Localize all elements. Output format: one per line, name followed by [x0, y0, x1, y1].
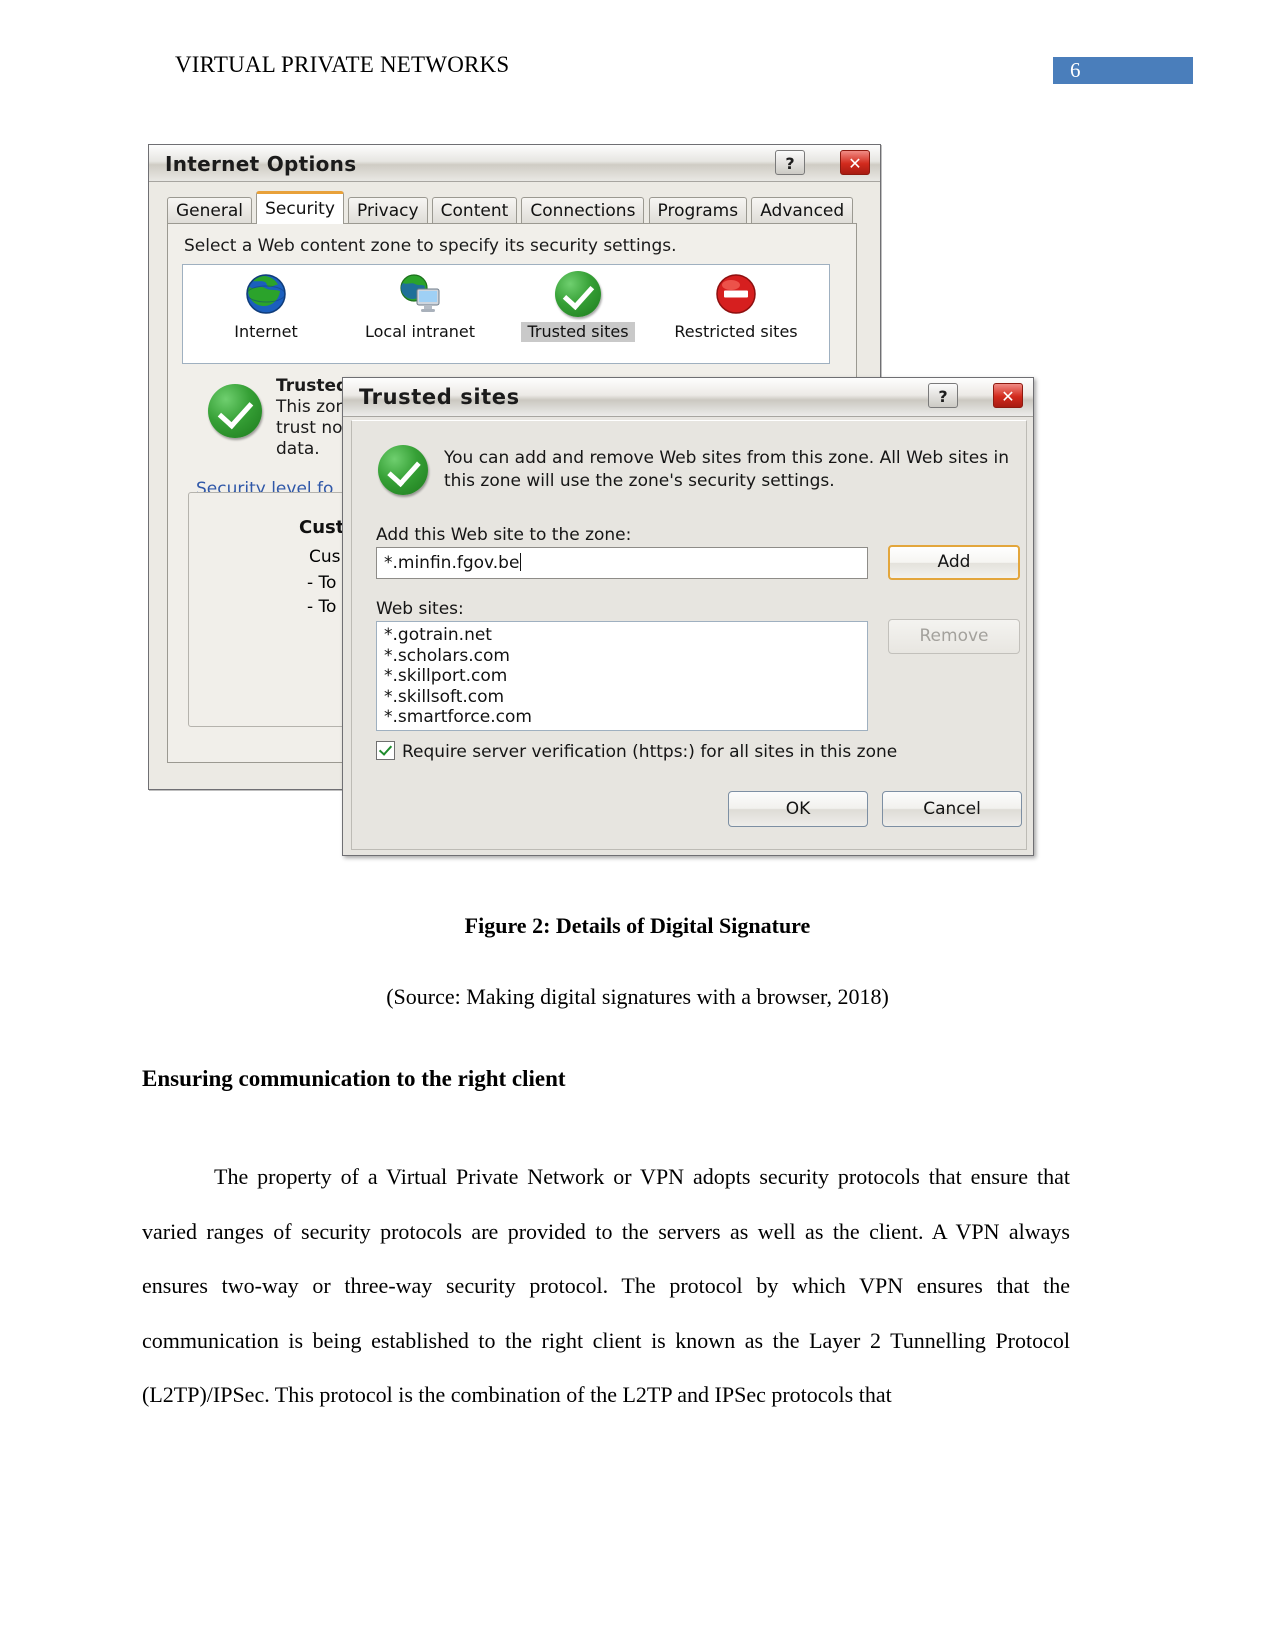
checkbox-icon[interactable] [376, 741, 395, 760]
zone-label-restricted-sites: Restricted sites [674, 322, 798, 341]
websites-label: Web sites: [376, 599, 464, 619]
figure-image: Internet Options ? ✕ General Security Pr… [148, 144, 1038, 864]
page-number: 6 [1070, 58, 1081, 82]
remove-button[interactable]: Remove [888, 619, 1020, 654]
trusted-sites-dialog: Trusted sites ? ✕ You can add and remove… [342, 377, 1034, 856]
red-no-entry-icon [713, 271, 759, 317]
zone-selector[interactable]: Internet Local intranet Trusted sites Re… [182, 264, 830, 364]
security-level-line-2: - To [307, 573, 337, 593]
trusted-sites-body: You can add and remove Web sites from th… [351, 420, 1027, 850]
list-item[interactable]: *.scholars.com [384, 646, 867, 667]
internet-options-titlebar: Internet Options ? ✕ [149, 145, 880, 182]
close-icon[interactable]: ✕ [840, 150, 870, 175]
green-check-icon [555, 271, 601, 317]
tab-privacy[interactable]: Privacy [348, 197, 428, 224]
zone-label-trusted-sites: Trusted sites [521, 322, 635, 342]
zone-label-local-intranet: Local intranet [364, 322, 476, 341]
websites-listbox[interactable]: *.gotrain.net *.scholars.com *.skillport… [376, 621, 868, 731]
figure-source: (Source: Making digital signatures with … [386, 984, 889, 1009]
zone-label-internet: Internet [234, 322, 298, 341]
zone-instruction: Select a Web content zone to specify its… [184, 236, 677, 256]
tab-programs[interactable]: Programs [648, 197, 748, 224]
list-item[interactable]: *.gotrain.net [384, 625, 867, 646]
list-item[interactable]: *.smartforce.com [384, 707, 867, 728]
help-icon[interactable]: ? [775, 150, 805, 175]
page-header: VIRTUAL PRIVATE NETWORKS 6 [0, 52, 1275, 92]
list-item[interactable]: *.skillsoft.com [384, 687, 867, 708]
trusted-sites-title: Trusted sites [359, 385, 520, 409]
zone-description-check-icon [208, 384, 262, 438]
trusted-sites-titlebar: Trusted sites ? ✕ [343, 378, 1033, 417]
tab-security[interactable]: Security [256, 191, 344, 224]
help-icon[interactable]: ? [928, 383, 958, 408]
ok-button[interactable]: OK [728, 791, 868, 827]
globe-icon [243, 271, 289, 317]
require-https-checkbox[interactable]: Require server verification (https:) for… [376, 741, 897, 763]
add-site-input-value: *.minfin.fgov.be [384, 553, 520, 573]
green-check-icon [378, 445, 428, 495]
add-button[interactable]: Add [888, 545, 1020, 580]
security-level-line-3: - To [307, 597, 337, 617]
zone-item-restricted-sites[interactable]: Restricted sites [661, 271, 811, 341]
zone-item-trusted-sites[interactable]: Trusted sites [503, 271, 653, 342]
page-title: VIRTUAL PRIVATE NETWORKS [175, 52, 510, 77]
globe-monitor-icon [397, 271, 443, 317]
trusted-sites-intro: You can add and remove Web sites from th… [444, 448, 1009, 491]
tab-connections[interactable]: Connections [521, 197, 645, 224]
cancel-button[interactable]: Cancel [882, 791, 1022, 827]
internet-options-tabs: General Security Privacy Content Connect… [167, 191, 854, 224]
internet-options-title: Internet Options [165, 152, 357, 176]
tab-advanced[interactable]: Advanced [751, 197, 854, 224]
body-paragraph: The property of a Virtual Private Networ… [142, 1164, 1070, 1407]
tab-general[interactable]: General [167, 197, 252, 224]
require-https-label: Require server verification (https:) for… [402, 742, 898, 762]
add-site-input[interactable]: *.minfin.fgov.be [376, 547, 868, 579]
add-site-label: Add this Web site to the zone: [376, 525, 632, 545]
close-icon[interactable]: ✕ [993, 383, 1023, 408]
figure-caption: Figure 2: Details of Digital Signature [464, 913, 811, 938]
security-level-line-1: Cus [309, 547, 341, 567]
tab-content[interactable]: Content [431, 197, 518, 224]
zone-item-internet[interactable]: Internet [191, 271, 341, 342]
section-heading: Ensuring communication to the right clie… [142, 1066, 566, 1091]
zone-item-local-intranet[interactable]: Local intranet [345, 271, 495, 342]
page-number-badge: 6 [1053, 57, 1193, 84]
list-item[interactable]: *.skillport.com [384, 666, 867, 687]
text-caret [520, 553, 522, 571]
